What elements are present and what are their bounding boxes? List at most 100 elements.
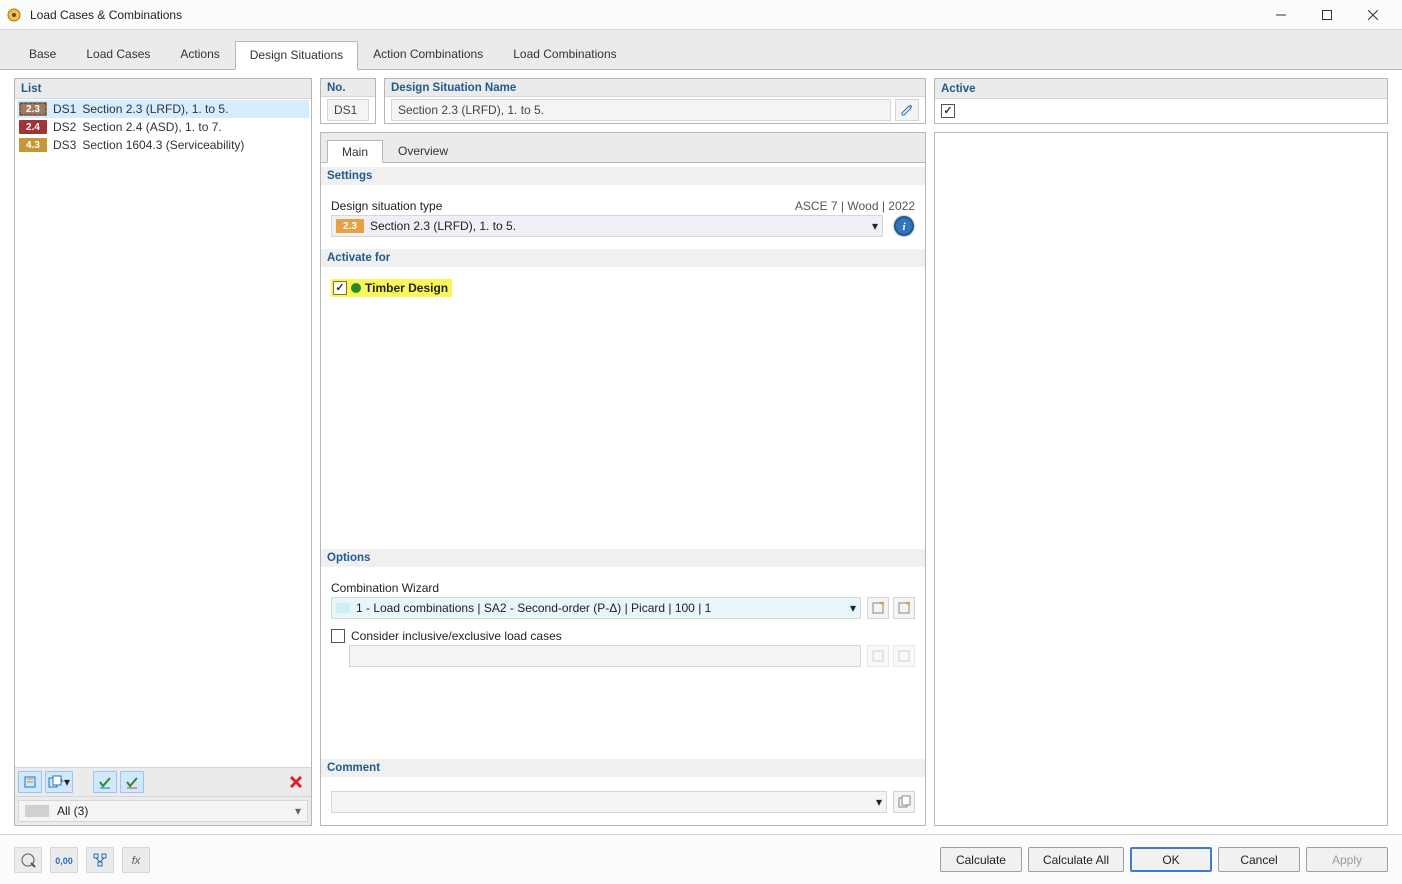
ok-label: OK — [1162, 853, 1179, 867]
design-type-select[interactable]: 2.3 Section 2.3 (LRFD), 1. to 5. ▾ — [331, 215, 883, 237]
settings-header: Settings — [321, 167, 925, 185]
sub-tab-overview[interactable]: Overview — [383, 139, 463, 162]
info-button[interactable]: i — [893, 215, 915, 237]
list-desc: Section 2.3 (LRFD), 1. to 5. — [82, 102, 228, 116]
calculate-all-button[interactable]: Calculate All — [1028, 847, 1124, 872]
tab-action-combinations[interactable]: Action Combinations — [358, 40, 498, 69]
no-field[interactable]: DS1 — [327, 99, 369, 121]
deselect-all-button[interactable] — [120, 771, 144, 793]
list-row-ds3[interactable]: 4.3 DS3 Section 1604.3 (Serviceability) — [17, 136, 309, 154]
function-button[interactable]: f⁢x — [122, 847, 150, 873]
tab-load-combinations[interactable]: Load Combinations — [498, 40, 631, 69]
list-desc: Section 1604.3 (Serviceability) — [82, 138, 244, 152]
apply-button[interactable]: Apply — [1306, 847, 1388, 872]
tab-design-situations[interactable]: Design Situations — [235, 41, 358, 70]
wizard-value: 1 - Load combinations | SA2 - Second-ord… — [356, 601, 711, 615]
filter-swatch — [25, 805, 49, 817]
window-title: Load Cases & Combinations — [30, 8, 182, 22]
units-button[interactable]: 0,00 — [50, 847, 78, 873]
help-button[interactable] — [14, 847, 42, 873]
consider-edit-button — [893, 645, 915, 667]
comment-field[interactable]: ▾ — [331, 791, 887, 813]
consider-checkbox[interactable] — [331, 629, 345, 643]
options-header: Options — [321, 549, 925, 567]
window-minimize-button[interactable] — [1258, 0, 1304, 30]
no-value: DS1 — [334, 103, 357, 117]
type-badge: 2.3 — [336, 219, 364, 233]
preview-column — [934, 132, 1388, 826]
calculate-button[interactable]: Calculate — [940, 847, 1022, 872]
timber-design-option[interactable]: Timber Design — [331, 279, 452, 297]
badge-ds2: 2.4 — [19, 120, 47, 134]
calculate-all-label: Calculate All — [1043, 853, 1109, 867]
consider-new-button — [867, 645, 889, 667]
tree-button[interactable] — [86, 847, 114, 873]
name-header: Design Situation Name — [385, 79, 925, 97]
workspace: List 2.3 DS1 Section 2.3 (LRFD), 1. to 5… — [0, 70, 1402, 834]
consider-checkbox-row[interactable]: Consider inclusive/exclusive load cases — [331, 629, 562, 643]
chevron-down-icon: ▾ — [295, 804, 301, 818]
comment-header: Comment — [321, 759, 925, 777]
badge-ds1: 2.3 — [19, 102, 47, 116]
type-label: Design situation type — [331, 199, 442, 213]
tab-actions[interactable]: Actions — [165, 40, 234, 69]
consider-select[interactable] — [349, 645, 861, 667]
new-item-button[interactable] — [18, 771, 42, 793]
list-row-ds1[interactable]: 2.3 DS1 Section 2.3 (LRFD), 1. to 5. — [17, 100, 309, 118]
no-header: No. — [321, 79, 375, 97]
calculate-label: Calculate — [956, 853, 1006, 867]
consider-label: Consider inclusive/exclusive load cases — [351, 629, 562, 643]
chevron-down-icon: ▾ — [876, 795, 882, 809]
window-maximize-button[interactable] — [1304, 0, 1350, 30]
name-field[interactable]: Section 2.3 (LRFD), 1. to 5. — [391, 99, 891, 121]
list-code: DS3 — [53, 138, 76, 152]
copy-item-button[interactable]: ▾ — [45, 771, 73, 793]
select-all-button[interactable] — [93, 771, 117, 793]
wizard-swatch — [336, 603, 350, 613]
name-pane: Design Situation Name Section 2.3 (LRFD)… — [384, 78, 926, 124]
svg-text:f⁢x: f⁢x — [132, 855, 141, 867]
details-panel: No. DS1 Design Situation Name Section 2.… — [320, 78, 1388, 826]
chevron-down-icon: ▾ — [850, 601, 856, 615]
timber-checkbox[interactable] — [333, 281, 347, 295]
wizard-new-button[interactable] — [867, 597, 889, 619]
sub-tabs: Main Overview — [321, 133, 925, 163]
app-icon — [6, 7, 22, 23]
list-items: 2.3 DS1 Section 2.3 (LRFD), 1. to 5. 2.4… — [15, 99, 311, 767]
active-checkbox[interactable] — [941, 104, 955, 118]
list-code: DS2 — [53, 120, 76, 134]
chevron-down-icon: ▾ — [872, 219, 878, 233]
badge-ds3: 4.3 — [19, 138, 47, 152]
type-value: Section 2.3 (LRFD), 1. to 5. — [370, 219, 516, 233]
list-row-ds2[interactable]: 2.4 DS2 Section 2.4 (ASD), 1. to 7. — [17, 118, 309, 136]
list-panel: List 2.3 DS1 Section 2.3 (LRFD), 1. to 5… — [14, 78, 312, 826]
activate-header: Activate for — [321, 249, 925, 267]
titlebar: Load Cases & Combinations — [0, 0, 1402, 30]
wizard-label: Combination Wizard — [331, 581, 439, 595]
list-filter-dropdown[interactable]: All (3) ▾ — [18, 800, 308, 822]
active-pane: Active — [934, 78, 1388, 124]
no-pane: No. DS1 — [320, 78, 376, 124]
cancel-label: Cancel — [1240, 853, 1277, 867]
edit-name-button[interactable] — [895, 99, 919, 121]
filter-value: All (3) — [57, 804, 88, 818]
tab-base[interactable]: Base — [14, 40, 71, 69]
main-column: Main Overview Settings Design situation … — [320, 132, 926, 826]
window-close-button[interactable] — [1350, 0, 1396, 30]
tab-load-cases[interactable]: Load Cases — [71, 40, 165, 69]
wizard-select[interactable]: 1 - Load combinations | SA2 - Second-ord… — [331, 597, 861, 619]
comment-pick-button[interactable] — [893, 791, 915, 813]
sub-tab-main[interactable]: Main — [327, 140, 383, 163]
list-header: List — [15, 79, 311, 99]
svg-text:0,00: 0,00 — [55, 856, 73, 866]
cancel-button[interactable]: Cancel — [1218, 847, 1300, 872]
active-header: Active — [935, 79, 1387, 99]
apply-label: Apply — [1332, 853, 1362, 867]
ok-button[interactable]: OK — [1130, 847, 1212, 872]
wizard-edit-button[interactable] — [893, 597, 915, 619]
standard-label: ASCE 7 | Wood | 2022 — [795, 199, 915, 213]
list-filter: All (3) ▾ — [15, 796, 311, 825]
delete-item-button[interactable] — [284, 771, 308, 793]
name-value: Section 2.3 (LRFD), 1. to 5. — [398, 103, 544, 117]
timber-label: Timber Design — [365, 281, 448, 295]
